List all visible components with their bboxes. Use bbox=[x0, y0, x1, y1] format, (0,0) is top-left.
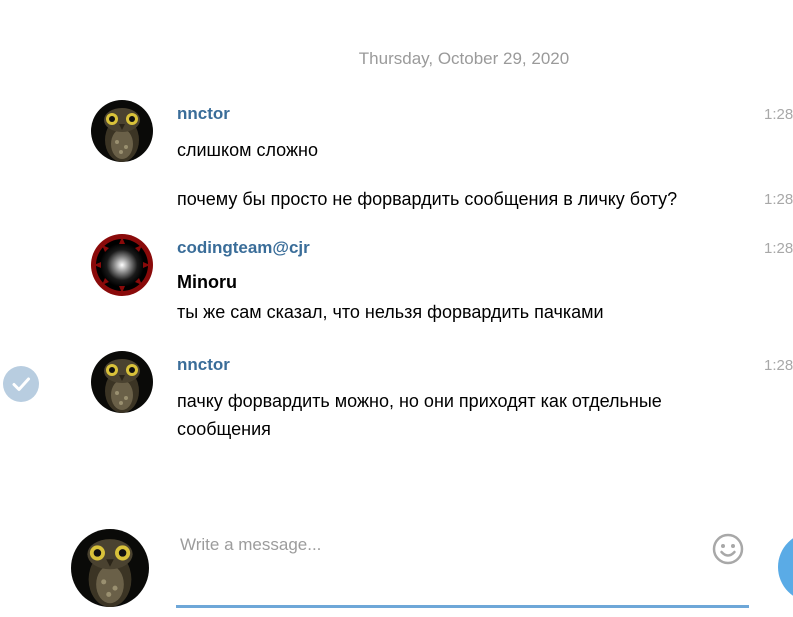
message-time: 1:28 bbox=[764, 191, 793, 208]
message-time: 1:28 bbox=[764, 357, 793, 374]
message-input-underline bbox=[176, 605, 749, 608]
message-time: 1:28 bbox=[764, 240, 793, 257]
message-time: 1:28 bbox=[764, 106, 793, 123]
message-text: слишком сложно bbox=[177, 140, 318, 160]
message-sender-name[interactable]: nnctor bbox=[177, 104, 230, 124]
forwarded-from-name[interactable]: Minoru bbox=[177, 272, 237, 293]
message-input[interactable] bbox=[176, 530, 704, 560]
owl-avatar-icon[interactable] bbox=[91, 100, 153, 162]
message-sender-name[interactable]: codingteam@cjr bbox=[177, 238, 310, 258]
message-text: почему бы просто не форвардить сообщения… bbox=[177, 189, 678, 209]
selected-check-icon[interactable] bbox=[3, 366, 39, 402]
chat-window: Thursday, October 29, 2020 nnctor 1:28 с… bbox=[0, 0, 793, 617]
owl-avatar-icon[interactable] bbox=[91, 351, 153, 413]
message-text: ты же сам сказал, что нельзя форвардить … bbox=[177, 302, 604, 322]
message-sender-name[interactable]: nnctor bbox=[177, 355, 230, 375]
send-button[interactable] bbox=[778, 532, 793, 602]
red-sawblade-avatar-icon[interactable] bbox=[91, 234, 153, 296]
owl-avatar-icon bbox=[71, 529, 149, 607]
message-text: пачку форвардить можно, но они приходят … bbox=[177, 391, 662, 439]
smiley-icon[interactable] bbox=[711, 532, 745, 566]
date-separator: Thursday, October 29, 2020 bbox=[358, 49, 570, 68]
